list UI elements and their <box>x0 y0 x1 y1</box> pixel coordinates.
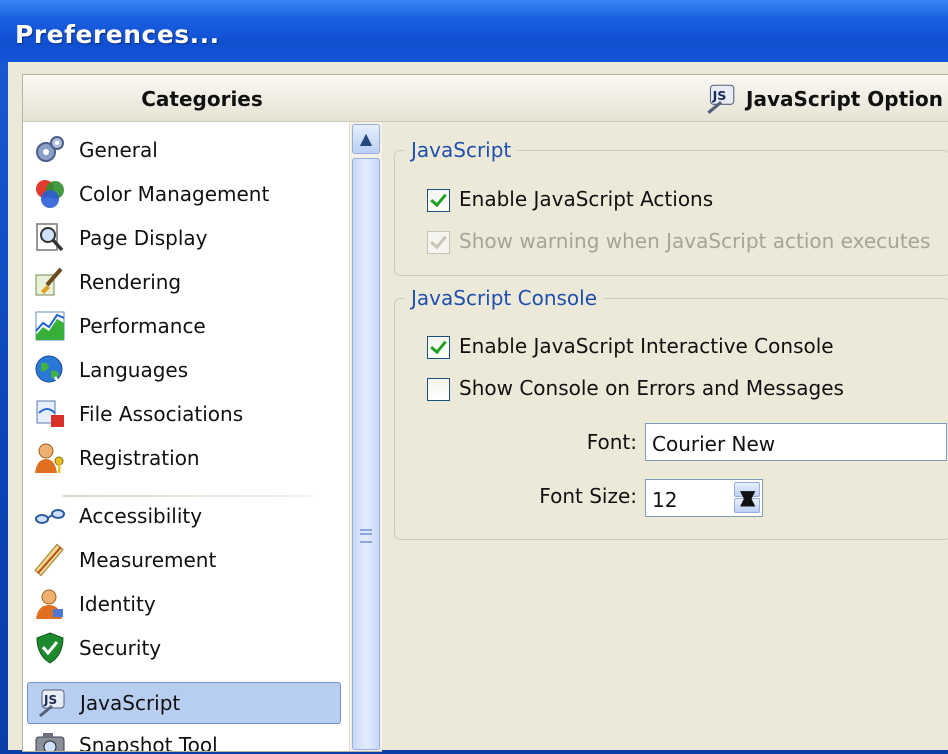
font-size-spin-buttons: ▲ ▼ <box>734 482 760 514</box>
glasses-icon <box>35 509 65 524</box>
show-console-on-errors-checkbox[interactable] <box>427 378 450 401</box>
category-label: Color Management <box>79 182 270 206</box>
svg-text:JS: JS <box>43 693 57 707</box>
person-icon <box>36 589 63 619</box>
category-label: Snapshot Tool <box>79 733 218 751</box>
category-label: Rendering <box>79 270 182 294</box>
chevron-down-icon: ▼ <box>740 485 756 509</box>
option-label: Enable JavaScript Actions <box>459 187 714 211</box>
category-item-accessibility[interactable]: Accessibility <box>27 496 339 536</box>
grip-icon <box>360 529 372 543</box>
gears-icon <box>36 136 64 162</box>
magnifier-page-icon <box>36 223 64 252</box>
user-key-icon <box>35 443 64 473</box>
javascript-group: JavaScript Enable JavaScript Actions Sho… <box>394 138 948 276</box>
font-label: Font: <box>586 430 637 454</box>
category-item-snapshot-tool[interactable]: Snapshot Tool <box>27 725 339 751</box>
category-item-languages[interactable]: Languages <box>27 350 339 390</box>
color-wheel-icon <box>36 180 64 208</box>
preferences-window: Preferences... Categories General Color … <box>0 0 948 754</box>
javascript-icon: JS <box>39 689 65 718</box>
font-size-value: 12 <box>652 488 678 512</box>
font-field[interactable]: Courier New <box>645 423 947 461</box>
camera-icon <box>35 733 65 751</box>
category-item-identity[interactable]: Identity <box>27 584 339 624</box>
category-item-registration[interactable]: Registration <box>27 438 339 478</box>
category-label: Identity <box>79 592 156 616</box>
spin-down-button[interactable]: ▼ <box>734 487 760 513</box>
window-title: Preferences... <box>15 20 220 49</box>
brush-icon <box>35 267 63 296</box>
categories-header: Categories <box>23 75 381 122</box>
option-label: Show Console on Errors and Messages <box>459 376 844 400</box>
font-value: Courier New <box>652 432 776 456</box>
category-label: JavaScript <box>80 691 181 715</box>
globe-icon <box>35 355 67 386</box>
javascript-console-group: JavaScript Console Enable JavaScript Int… <box>394 286 948 540</box>
categories-list: General Color Management Page Display Re… <box>23 122 349 751</box>
ruler-pencil-icon <box>34 543 64 577</box>
category-label: General <box>79 138 158 162</box>
category-item-color-management[interactable]: Color Management <box>27 174 339 214</box>
category-label: Languages <box>79 358 189 382</box>
javascript-icon: JS <box>707 84 735 114</box>
category-label: Measurement <box>79 548 217 572</box>
enable-javascript-actions-checkbox[interactable] <box>427 189 450 212</box>
category-label: Security <box>79 636 162 660</box>
performance-chart-icon <box>35 311 65 341</box>
group-legend: JavaScript <box>405 138 518 162</box>
scroll-thumb[interactable] <box>352 158 380 750</box>
content-header: JS JavaScript Option <box>380 74 948 122</box>
show-warning-checkbox <box>427 231 450 254</box>
category-label: Accessibility <box>79 504 203 528</box>
dialog-client-area: Categories General Color Management Page… <box>8 62 948 752</box>
font-size-label: Font Size: <box>539 484 637 508</box>
category-item-general[interactable]: General <box>27 130 339 170</box>
file-association-icon <box>36 400 64 427</box>
category-item-file-associations[interactable]: File Associations <box>27 394 339 434</box>
category-label: Page Display <box>79 226 208 250</box>
category-item-performance[interactable]: Performance <box>27 306 339 346</box>
category-item-security[interactable]: Security <box>27 628 339 668</box>
shield-check-icon <box>36 632 64 664</box>
category-label: Registration <box>79 446 200 470</box>
option-label: Enable JavaScript Interactive Console <box>459 334 834 358</box>
scroll-up-button[interactable]: ▲ <box>352 124 380 154</box>
category-label: Performance <box>79 314 206 338</box>
content-title: JavaScript Option <box>746 87 944 111</box>
category-item-javascript[interactable]: JS JavaScript <box>27 682 341 724</box>
enable-interactive-console-checkbox[interactable] <box>427 336 450 359</box>
title-bar[interactable]: Preferences... <box>0 0 948 62</box>
option-label: Show warning when JavaScript action exec… <box>459 229 931 253</box>
chevron-up-icon: ▲ <box>359 129 373 148</box>
categories-panel: Categories General Color Management Page… <box>22 74 382 752</box>
group-legend: JavaScript Console <box>405 286 604 310</box>
font-size-stepper[interactable]: 12 ▲ ▼ <box>645 479 763 517</box>
category-item-measurement[interactable]: Measurement <box>27 540 339 580</box>
categories-scrollbar[interactable]: ▲ <box>349 122 382 751</box>
category-label: File Associations <box>79 402 244 426</box>
category-item-page-display[interactable]: Page Display <box>27 218 339 258</box>
category-item-rendering[interactable]: Rendering <box>27 262 339 302</box>
svg-text:JS: JS <box>712 88 727 103</box>
